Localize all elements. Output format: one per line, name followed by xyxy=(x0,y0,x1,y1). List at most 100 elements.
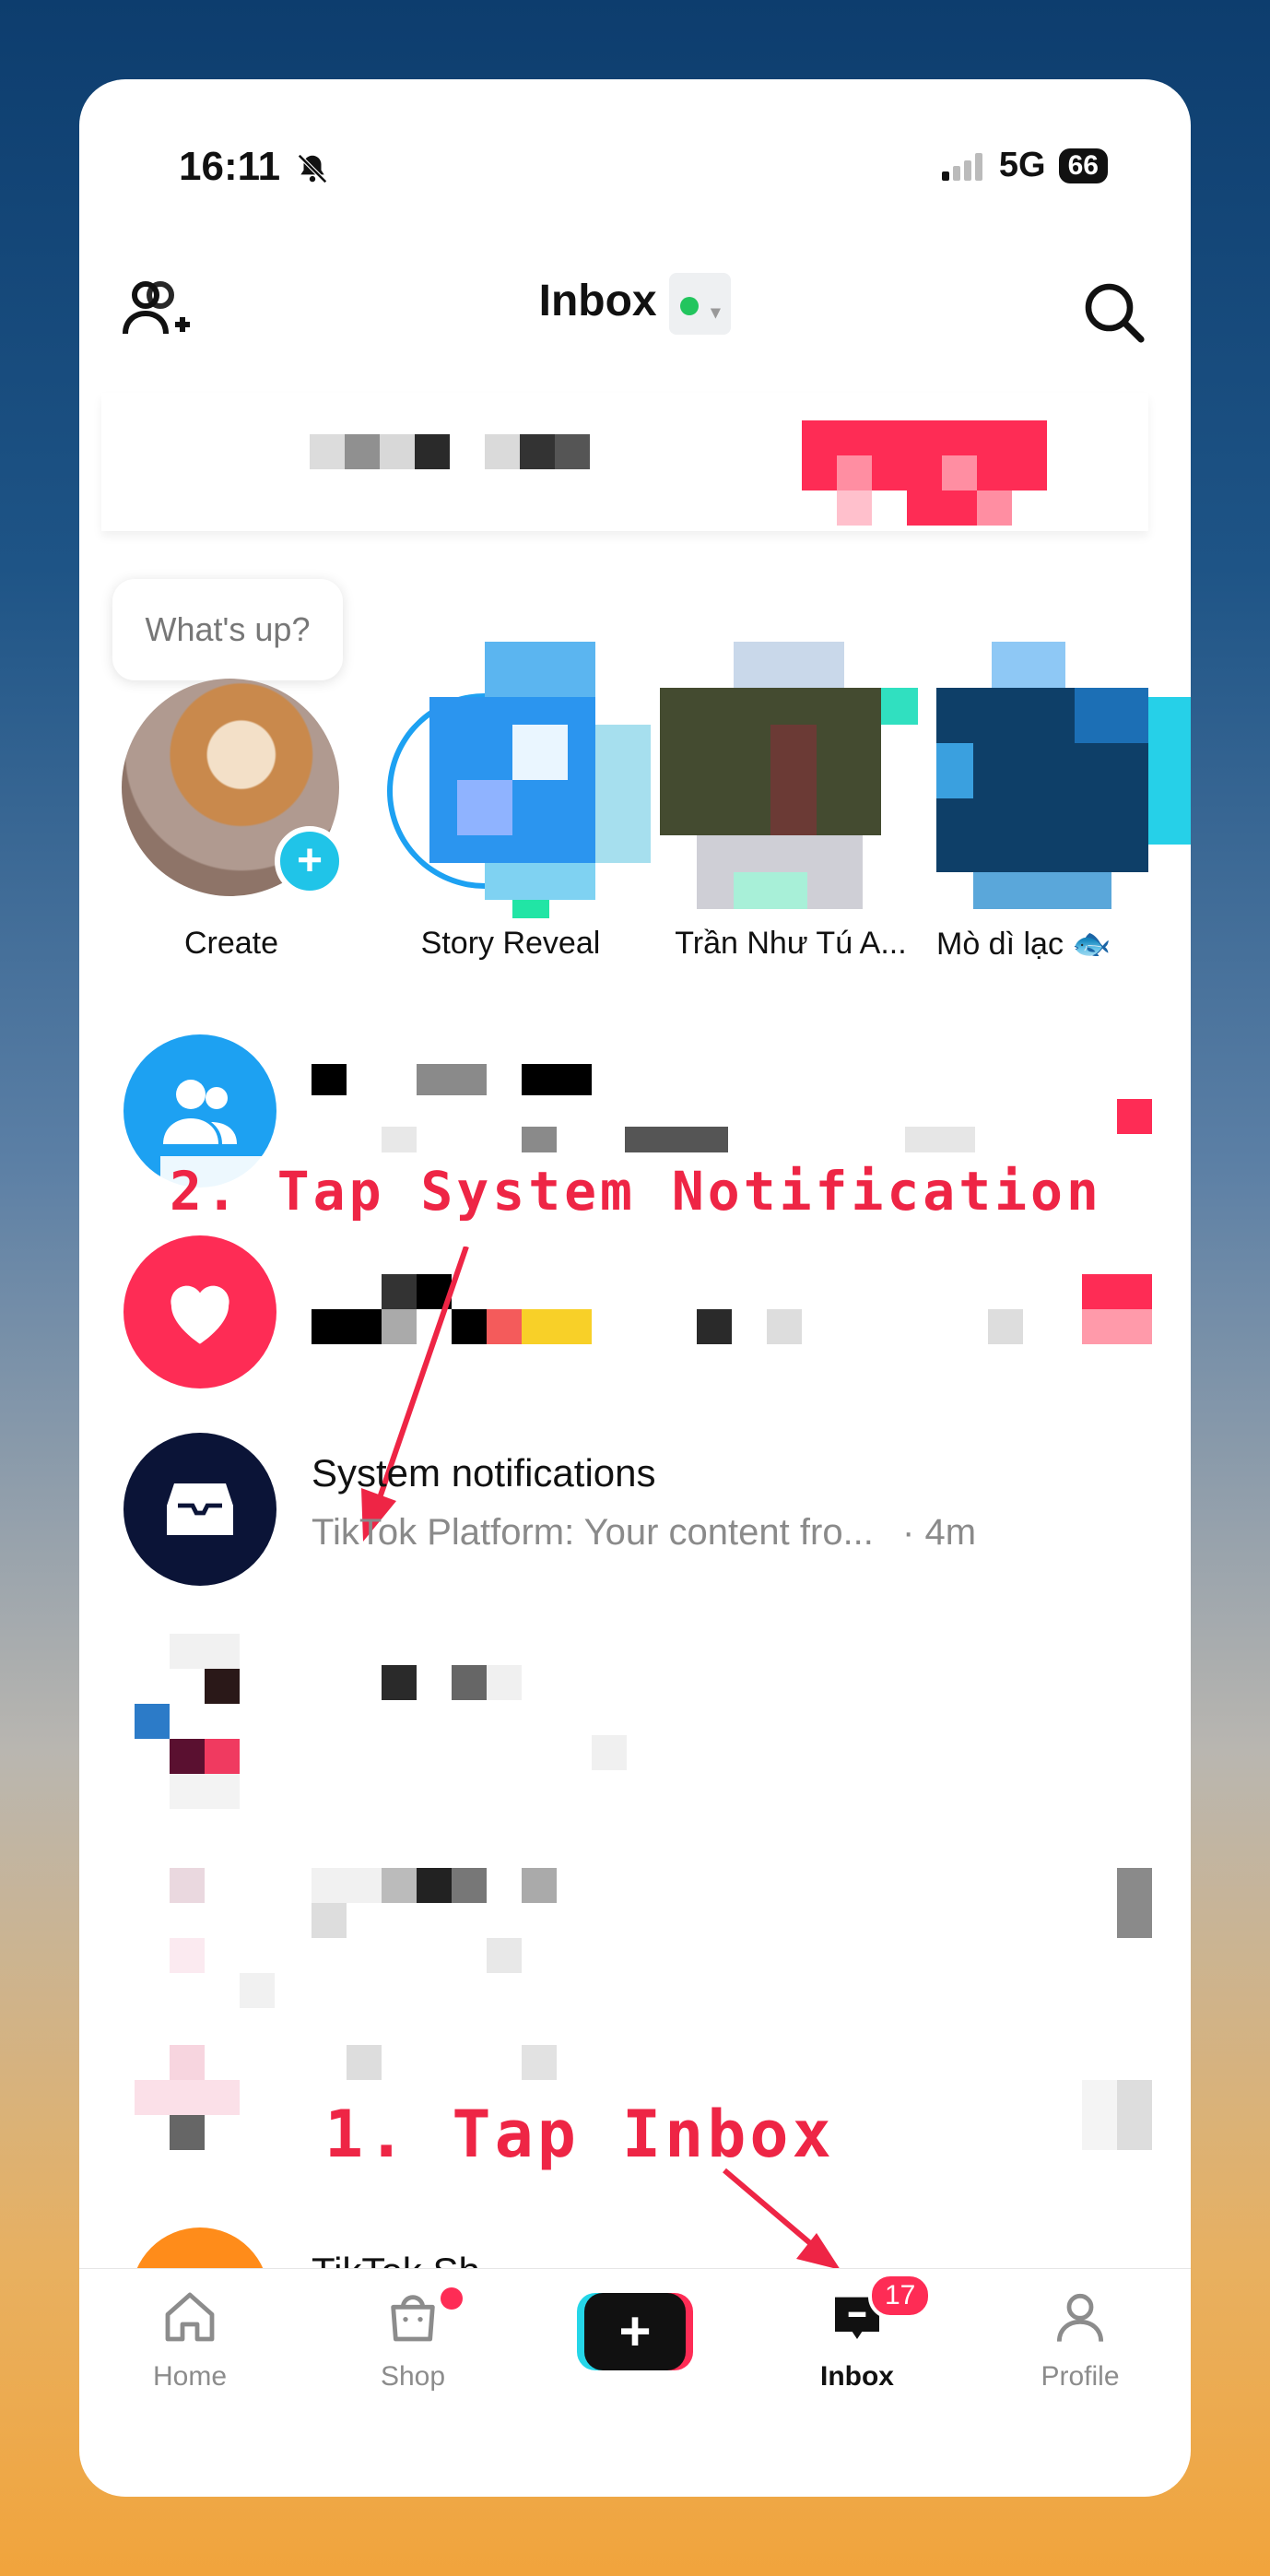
chevron-down-icon: ▾ xyxy=(711,302,721,323)
story-pixel xyxy=(1148,697,1191,845)
story-pixel xyxy=(734,872,807,909)
unread-indicator xyxy=(1082,2080,1152,2150)
story-pixel xyxy=(457,780,512,835)
status-time: 16:11 xyxy=(179,144,281,189)
cellular-signal-icon xyxy=(941,151,986,181)
system-notifications-avatar[interactable] xyxy=(123,1433,276,1586)
search-icon[interactable] xyxy=(1080,278,1147,345)
avatar-pixel xyxy=(170,1938,205,1973)
avatar-pixel xyxy=(170,2045,205,2080)
text-pixel xyxy=(382,1127,417,1152)
text-pixel xyxy=(417,1064,487,1095)
avatar-pixel xyxy=(170,1868,205,1903)
text-pixel xyxy=(487,1309,522,1344)
create-plus-icon[interactable]: + xyxy=(275,826,345,896)
nav-shop-label: Shop xyxy=(380,2361,446,2392)
story-avatar[interactable] xyxy=(660,642,918,918)
avatar-pixel xyxy=(135,2080,240,2115)
page-title-text: Inbox xyxy=(538,277,657,326)
story-pixel xyxy=(485,642,595,697)
shop-notification-dot xyxy=(441,2287,463,2310)
list-item-avatar[interactable] xyxy=(135,1634,275,1809)
nav-home[interactable]: Home xyxy=(116,2287,264,2393)
nav-profile-label: Profile xyxy=(1041,2361,1120,2392)
status-right: 5G 66 xyxy=(941,146,1108,185)
shopping-bag-icon xyxy=(391,2295,435,2342)
composer-bubble[interactable]: What's up? xyxy=(112,579,343,680)
text-pixel xyxy=(905,1127,975,1152)
avatar-pixel xyxy=(240,1973,275,2008)
mute-bell-icon xyxy=(298,154,327,183)
list-item-text xyxy=(312,1868,606,1979)
inbox-count-badge: 17 xyxy=(868,2273,933,2319)
promo-banner[interactable] xyxy=(101,393,1148,531)
annotation-step1: 1. Tap Inbox xyxy=(313,2091,846,2178)
profile-icon xyxy=(1056,2293,1104,2342)
text-pixel xyxy=(592,1735,627,1770)
home-icon xyxy=(165,2292,215,2342)
nav-inbox[interactable]: Inbox 17 xyxy=(783,2273,933,2393)
nav-inbox-label: Inbox xyxy=(820,2361,894,2392)
system-notifications-title[interactable]: System notifications xyxy=(312,1451,656,1495)
list-item-text xyxy=(382,1665,658,1770)
unread-indicator xyxy=(1117,1099,1152,1134)
story-pixel xyxy=(1075,688,1148,743)
text-pixel xyxy=(312,1064,347,1095)
story-avatar[interactable] xyxy=(347,642,651,929)
phone-screen: 16:11 5G 66 Inbox ▾ What's up? + Create … xyxy=(79,79,1191,2497)
story-label: Trần Như Tú A... xyxy=(675,926,907,961)
list-item-avatar[interactable] xyxy=(135,2045,275,2229)
online-status-dot xyxy=(679,297,699,316)
banner-pixel xyxy=(310,434,345,469)
text-pixel xyxy=(522,1127,557,1152)
text-pixel xyxy=(452,1868,487,1903)
system-notifications-preview: TikTok Platform: Your content fro... · 4… xyxy=(312,1512,976,1554)
story-pixel xyxy=(936,743,973,798)
story-pixel xyxy=(734,642,844,688)
text-pixel xyxy=(522,1309,592,1344)
create-post-button[interactable]: + xyxy=(577,2293,693,2370)
nav-shop[interactable]: Shop xyxy=(339,2287,487,2393)
text-pixel xyxy=(417,1868,452,1903)
avatar-pixel xyxy=(170,1774,240,1809)
avatar-pixel xyxy=(205,1739,240,1774)
system-notifications-preview-text: TikTok Platform: Your content fro... xyxy=(312,1512,874,1553)
avatar-pixel xyxy=(170,1739,205,1774)
story-label: Story Reveal xyxy=(420,926,601,961)
network-type: 5G xyxy=(998,146,1046,184)
page-title: Inbox ▾ xyxy=(79,273,1191,335)
banner-pixel xyxy=(555,434,590,469)
text-pixel xyxy=(382,1868,417,1903)
text-pixel xyxy=(382,1665,417,1700)
annotation-step2: 2. Tap System Notification xyxy=(160,1156,1111,1226)
text-pixel xyxy=(312,1903,347,1938)
arrow-to-inbox-tab xyxy=(723,2168,841,2270)
list-item-avatar[interactable] xyxy=(135,1868,275,2043)
text-pixel xyxy=(487,1665,522,1700)
inbox-tray-icon xyxy=(167,1483,233,1535)
unread-indicator xyxy=(1082,1274,1152,1344)
text-pixel xyxy=(522,1064,592,1095)
story-pixel xyxy=(770,725,817,835)
story-pixel xyxy=(992,642,1065,688)
banner-pixel xyxy=(837,455,872,490)
text-pixel xyxy=(487,1938,522,1973)
text-pixel xyxy=(767,1309,802,1344)
avatar-pixel xyxy=(170,2115,205,2150)
story-pixel xyxy=(485,863,595,900)
avatar-pixel xyxy=(205,1669,240,1704)
composer-bubble-text: What's up? xyxy=(145,610,311,648)
banner-pixel xyxy=(977,490,1012,526)
heart-icon xyxy=(171,1285,229,1344)
text-pixel xyxy=(522,1868,557,1903)
story-pixel xyxy=(429,697,595,863)
avatar-pixel xyxy=(170,1634,240,1669)
nav-profile[interactable]: Profile xyxy=(1006,2287,1154,2393)
arrow-to-system-notifications xyxy=(361,1247,469,1542)
online-status-toggle[interactable]: ▾ xyxy=(668,273,732,335)
text-pixel xyxy=(625,1127,728,1152)
banner-pixel xyxy=(485,434,520,469)
battery-level: 66 xyxy=(1058,148,1108,183)
story-avatar[interactable] xyxy=(936,642,1191,918)
activity-avatar[interactable] xyxy=(123,1235,276,1388)
